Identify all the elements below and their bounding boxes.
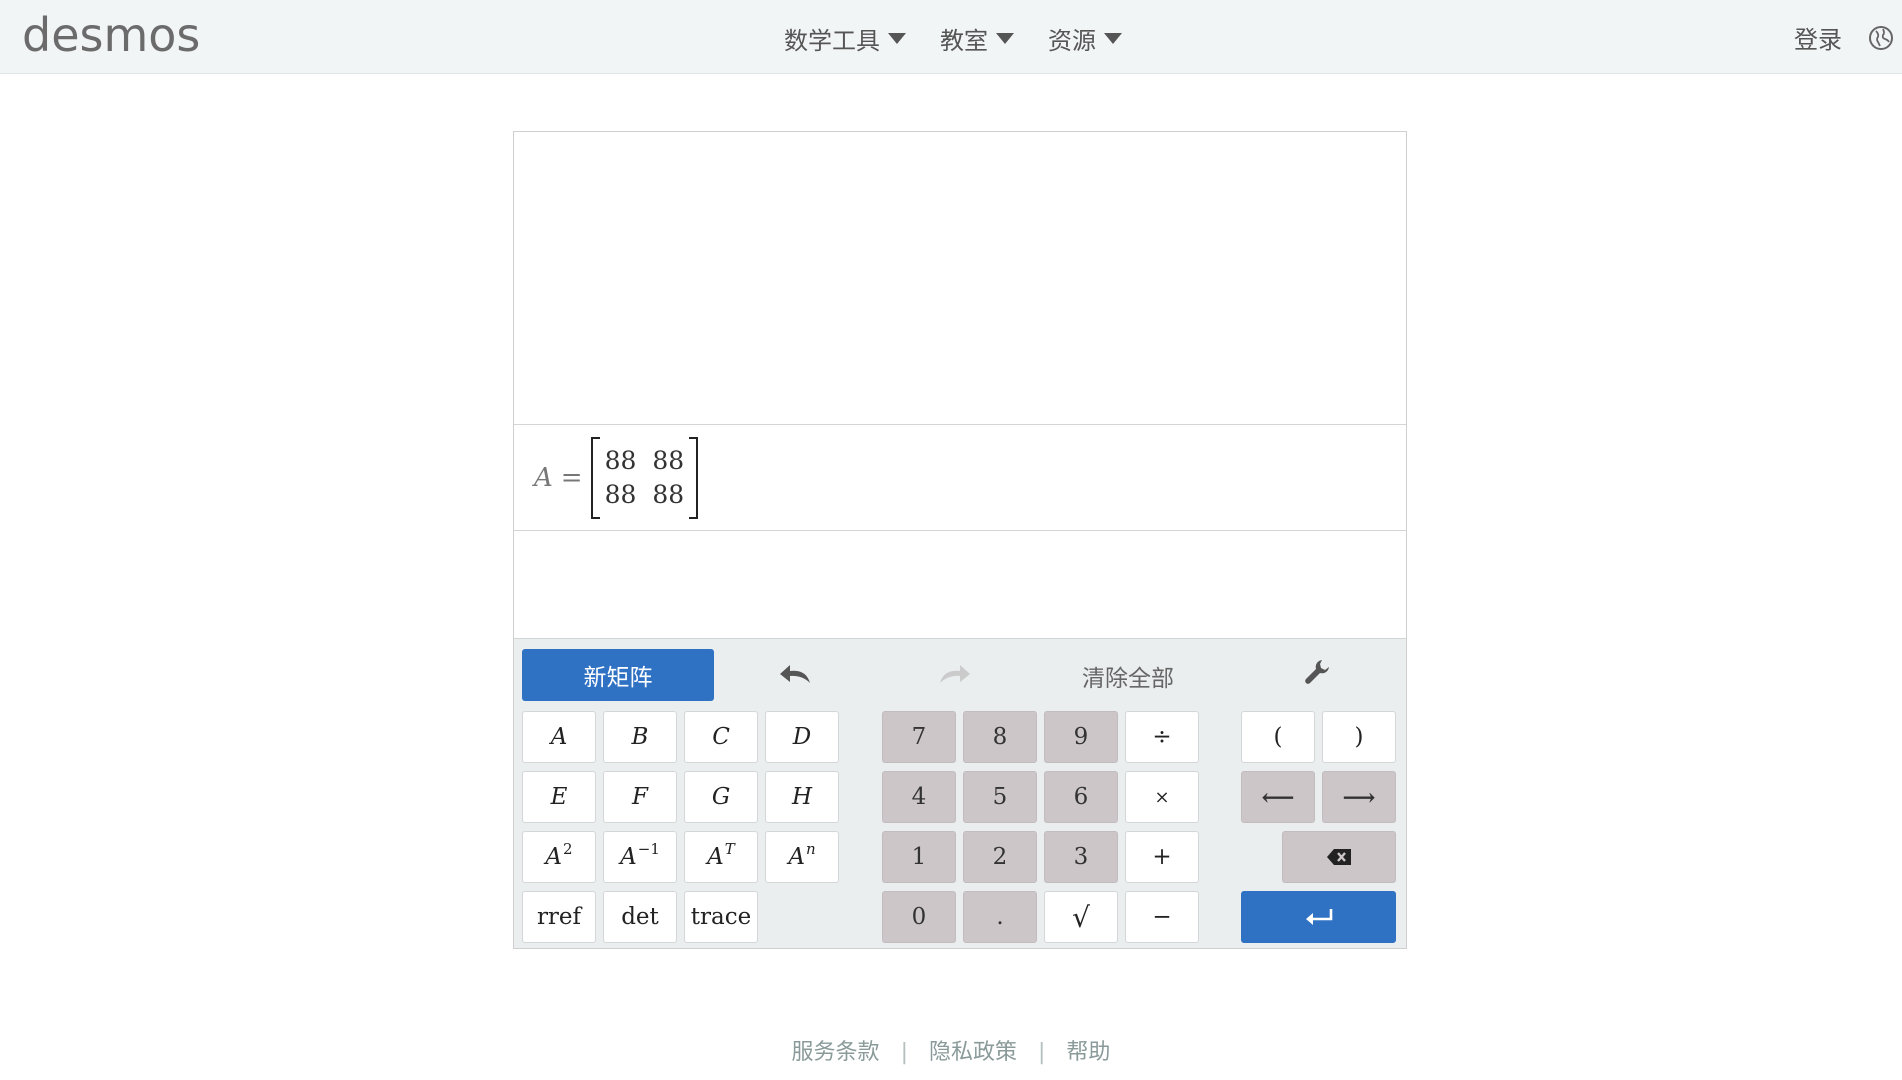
key-det[interactable]: det: [603, 891, 677, 943]
key-open-paren[interactable]: (: [1241, 711, 1315, 763]
key-5[interactable]: 5: [963, 771, 1037, 823]
key-matrix-d[interactable]: D: [765, 711, 839, 763]
key-matrix-h[interactable]: H: [765, 771, 839, 823]
undo-icon[interactable]: [776, 657, 816, 691]
key-transpose-exponent: T: [724, 840, 735, 858]
key-1[interactable]: 1: [882, 831, 956, 883]
key-inverse-exponent: −1: [637, 840, 660, 858]
privacy-link[interactable]: 隐私政策: [929, 1040, 1017, 1065]
caret-down-icon: [1104, 32, 1122, 44]
footer-separator: |: [900, 1040, 908, 1065]
key-matrix-b[interactable]: B: [603, 711, 677, 763]
key-power-n-exponent: n: [805, 840, 816, 858]
matrix-cell: 88: [604, 480, 637, 509]
caret-down-icon: [996, 32, 1014, 44]
key-matrix-c[interactable]: C: [684, 711, 758, 763]
matrix-bracket: 88 88 88 88: [590, 437, 699, 519]
wrench-icon[interactable]: [1302, 657, 1332, 687]
key-inverse-base: A: [620, 844, 637, 870]
key-close-paren[interactable]: ): [1322, 711, 1396, 763]
backspace-icon: [1327, 849, 1351, 865]
matrix-cell: 88: [604, 446, 637, 475]
new-matrix-button[interactable]: 新矩阵: [522, 649, 714, 701]
expression-row[interactable]: A = 88 88 88 88: [514, 425, 1406, 531]
clear-all-button[interactable]: 清除全部: [1082, 659, 1174, 693]
enter-icon: [1305, 909, 1332, 925]
key-minus[interactable]: −: [1125, 891, 1199, 943]
key-transpose-base: A: [707, 844, 724, 870]
key-matrix-a[interactable]: A: [522, 711, 596, 763]
key-transpose[interactable]: AT: [684, 831, 758, 883]
matrix-row: 88 88: [605, 444, 685, 478]
key-plus[interactable]: +: [1125, 831, 1199, 883]
key-power-n-base: A: [788, 844, 805, 870]
key-rref[interactable]: rref: [522, 891, 596, 943]
keypad-toolbar: 新矩阵 清除全部: [514, 639, 1406, 705]
key-trace[interactable]: trace: [684, 891, 758, 943]
help-link[interactable]: 帮助: [1066, 1040, 1110, 1065]
caret-down-icon: [888, 32, 906, 44]
expression-input[interactable]: [514, 532, 1406, 638]
matrix-variable: A: [534, 463, 553, 493]
key-8[interactable]: 8: [963, 711, 1037, 763]
matrix-calculator: A = 88 88 88 88 新矩阵 清除全部 A B C D E F G H…: [513, 131, 1407, 949]
key-4[interactable]: 4: [882, 771, 956, 823]
nav-classroom[interactable]: 教室: [940, 18, 1014, 58]
terms-link[interactable]: 服务条款: [792, 1040, 880, 1065]
equals-sign: =: [560, 463, 583, 493]
main-nav: 数学工具 教室 资源: [784, 18, 1156, 58]
footer-separator: |: [1038, 1040, 1046, 1065]
globe-icon[interactable]: [1868, 25, 1894, 51]
key-decimal[interactable]: .: [963, 891, 1037, 943]
key-inverse[interactable]: A −1: [603, 831, 677, 883]
key-power-n[interactable]: An: [765, 831, 839, 883]
key-0[interactable]: 0: [882, 891, 956, 943]
top-navbar: desmos 数学工具 教室 资源 登录: [0, 0, 1902, 74]
matrix-cell: 88: [652, 480, 685, 509]
key-square-base: A: [545, 844, 563, 870]
key-3[interactable]: 3: [1044, 831, 1118, 883]
key-left-arrow[interactable]: ⟵: [1241, 771, 1315, 823]
key-square-exponent: 2: [563, 840, 573, 858]
key-square[interactable]: A2: [522, 831, 596, 883]
key-9[interactable]: 9: [1044, 711, 1118, 763]
matrix-cell: 88: [652, 446, 685, 475]
redo-icon: [940, 665, 970, 683]
key-matrix-f[interactable]: F: [603, 771, 677, 823]
nav-classroom-label: 教室: [940, 26, 988, 55]
key-right-arrow[interactable]: ⟶: [1322, 771, 1396, 823]
keypad: 新矩阵 清除全部 A B C D E F G H A2 A −1 A T A n…: [514, 638, 1406, 948]
key-enter[interactable]: [1241, 891, 1396, 943]
nav-math-tools[interactable]: 数学工具: [784, 18, 906, 58]
matrix-row: 88 88: [605, 478, 685, 512]
key-divide[interactable]: ÷: [1125, 711, 1199, 763]
key-multiply[interactable]: ×: [1125, 771, 1199, 823]
login-link[interactable]: 登录: [1794, 20, 1842, 55]
key-sqrt[interactable]: √: [1044, 891, 1118, 943]
key-2[interactable]: 2: [963, 831, 1037, 883]
nav-math-tools-label: 数学工具: [784, 26, 880, 55]
nav-resources[interactable]: 资源: [1048, 18, 1122, 58]
key-7[interactable]: 7: [882, 711, 956, 763]
history-area: [514, 132, 1406, 425]
nav-resources-label: 资源: [1048, 26, 1096, 55]
key-6[interactable]: 6: [1044, 771, 1118, 823]
footer: 服务条款 | 隐私政策 | 帮助: [0, 1034, 1902, 1066]
matrix-definition: A = 88 88 88 88: [534, 437, 698, 519]
key-matrix-g[interactable]: G: [684, 771, 758, 823]
desmos-logo[interactable]: desmos: [22, 8, 200, 62]
key-matrix-e[interactable]: E: [522, 771, 596, 823]
key-backspace[interactable]: [1282, 831, 1396, 883]
